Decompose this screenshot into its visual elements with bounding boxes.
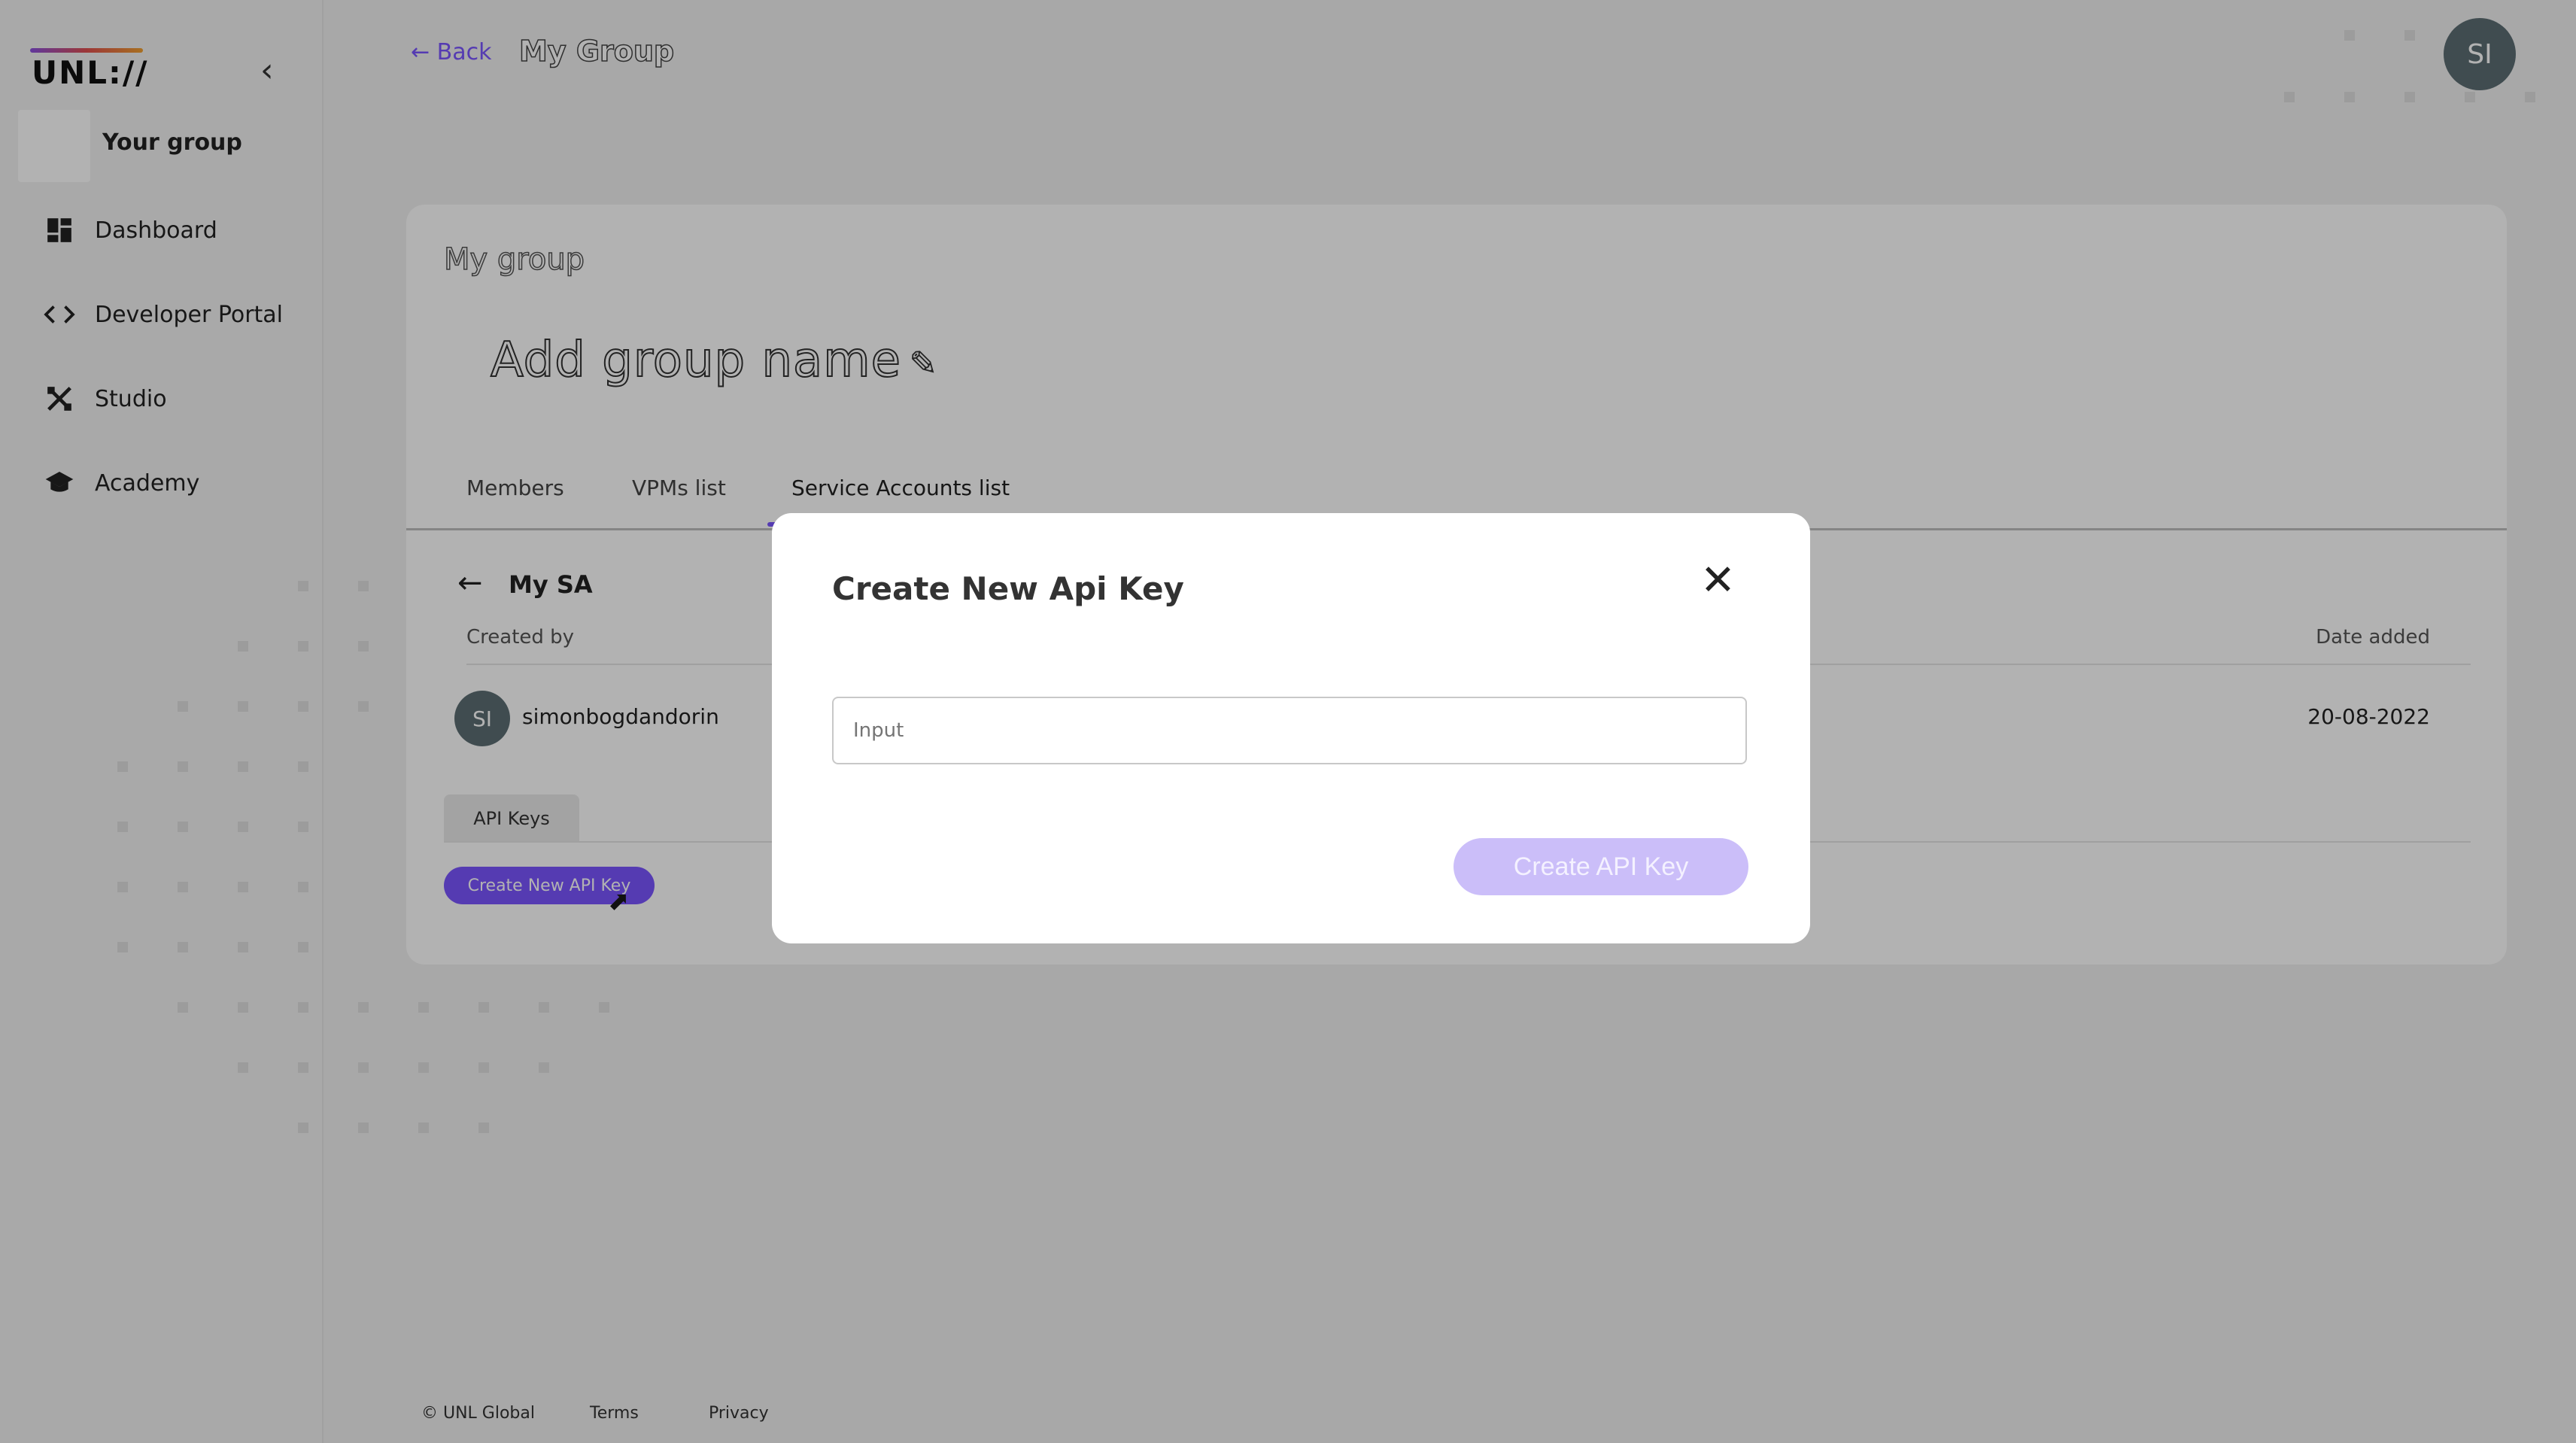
mouse-cursor-icon: ⬈ (608, 886, 630, 916)
modal-title: Create New Api Key (832, 570, 1184, 607)
api-key-name-input[interactable] (832, 697, 1747, 764)
create-api-key-submit-button[interactable]: Create API Key (1454, 838, 1748, 895)
create-api-key-modal: Create New Api Key ✕ Create API Key (772, 513, 1810, 943)
close-icon[interactable]: ✕ (1700, 560, 1736, 602)
